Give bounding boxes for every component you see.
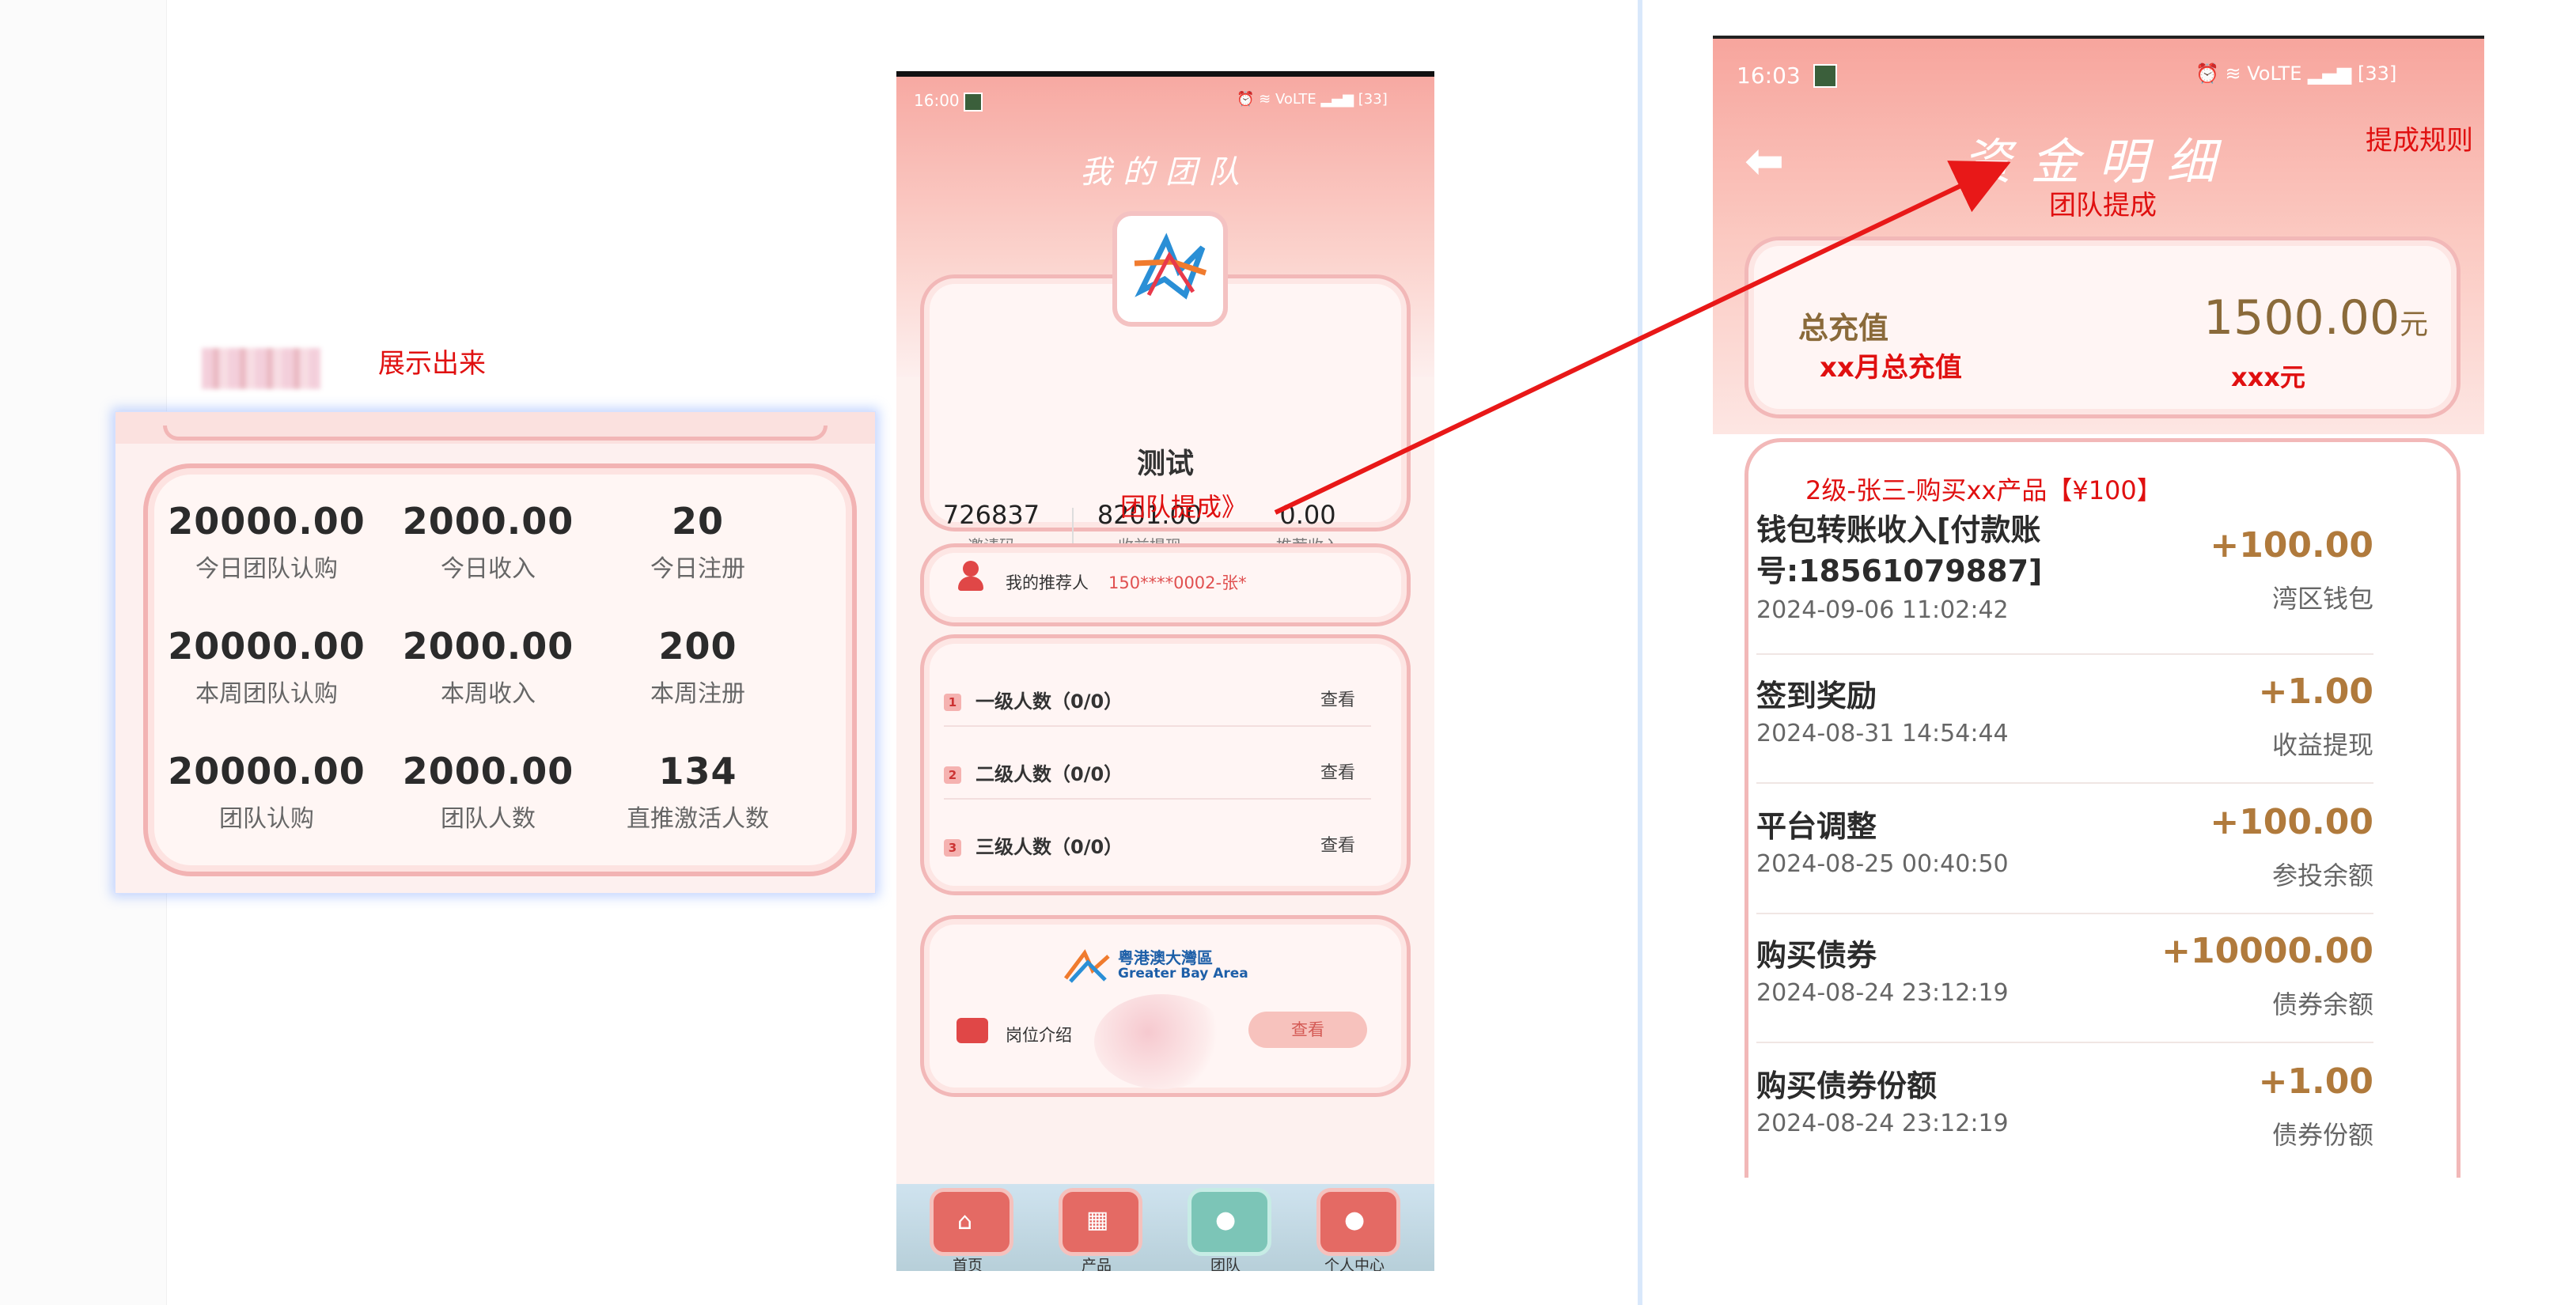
- annotation-arrow: [1274, 161, 2011, 515]
